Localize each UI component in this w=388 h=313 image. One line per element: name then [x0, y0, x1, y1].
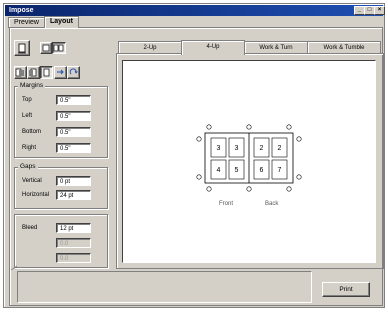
- two-page-icon[interactable]: [52, 42, 66, 54]
- back-page-4-number: 7: [277, 167, 282, 174]
- margin-bottom-field[interactable]: 0.5": [56, 127, 91, 137]
- front-label: Front: [219, 201, 234, 207]
- front-page-1-number: 3: [216, 145, 221, 152]
- sheet-diagram: [196, 124, 302, 192]
- margin-left-label: Left: [22, 113, 33, 119]
- rotate-icon[interactable]: [67, 66, 80, 79]
- back-page-2-number: 2: [277, 145, 282, 152]
- gap-horizontal-label: Horizontal: [22, 192, 50, 198]
- tab-4-up[interactable]: 4-Up: [181, 40, 245, 55]
- margin-right-field[interactable]: 0.5": [56, 143, 91, 153]
- margin-top-label: Top: [22, 97, 32, 103]
- flip-icon[interactable]: [54, 66, 67, 79]
- tab-layout[interactable]: Layout: [44, 16, 79, 28]
- gap-vertical-field[interactable]: 0 pt: [56, 176, 91, 186]
- sheet-preview: 3 3 4 5 2 2 6 7 Front Back: [122, 60, 376, 263]
- window-title: Impose: [9, 7, 34, 14]
- bleed-sub-field-2: 0.0: [56, 253, 91, 263]
- gap-vertical-label: Vertical: [22, 178, 42, 184]
- margins-group-label: Margins: [18, 82, 46, 89]
- margin-bottom-label: Bottom: [22, 129, 42, 135]
- copy-center-icon[interactable]: [40, 66, 53, 79]
- back-page-3-number: 6: [259, 167, 264, 174]
- margin-left-field[interactable]: 0.5": [56, 111, 91, 121]
- gap-horizontal-field[interactable]: 24 pt: [56, 190, 91, 200]
- front-page-3-number: 4: [216, 167, 221, 174]
- info-area: [17, 271, 312, 303]
- front-page-2-number: 3: [234, 145, 239, 152]
- print-button[interactable]: Print: [322, 282, 370, 297]
- gaps-group: [14, 167, 108, 209]
- bleed-field[interactable]: 12 pt: [56, 223, 91, 233]
- title-bar: Impose: [5, 5, 383, 16]
- bleed-label: Bleed: [22, 225, 38, 231]
- copy-right-icon[interactable]: [27, 66, 40, 79]
- page-icon[interactable]: [14, 40, 30, 56]
- margin-right-label: Right: [22, 145, 37, 151]
- back-label: Back: [265, 201, 279, 207]
- close-button[interactable]: ×: [374, 6, 385, 15]
- bleed-sub-field-1: 0.0: [56, 238, 91, 248]
- back-page-1-number: 2: [259, 145, 264, 152]
- copy-left-icon[interactable]: [14, 66, 27, 79]
- single-page-icon[interactable]: [40, 42, 52, 54]
- gaps-group-label: Gaps: [18, 163, 38, 170]
- margin-top-field[interactable]: 0.5": [56, 95, 91, 105]
- front-page-4-number: 5: [234, 167, 239, 174]
